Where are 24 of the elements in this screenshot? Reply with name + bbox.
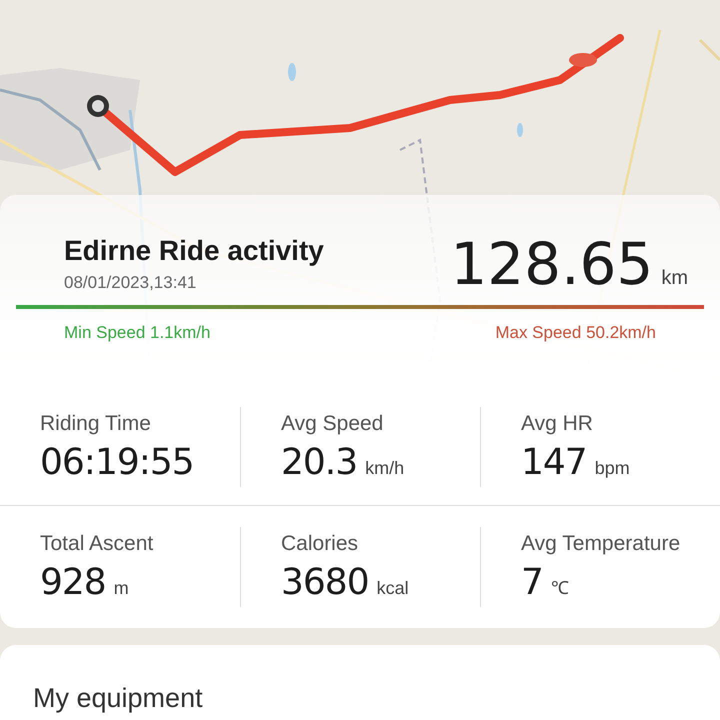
stat-unit: km/h	[365, 458, 404, 478]
equipment-title: My equipment	[33, 683, 203, 713]
stat-unit: bpm	[594, 458, 630, 478]
stat-label: Total Ascent	[40, 532, 154, 556]
stat-value: 3680	[281, 562, 369, 602]
stat-label: Avg Speed	[281, 412, 384, 436]
stat-value: 928	[40, 562, 106, 602]
stat-label: Calories	[281, 532, 360, 556]
activity-title: Edirne Ride activity	[64, 235, 324, 267]
max-speed: Max Speed 50.2km/h	[495, 323, 656, 343]
distance-value: 128.65	[450, 235, 654, 293]
min-speed: Min Speed 1.1km/h	[64, 323, 210, 343]
stat-value: 147	[521, 442, 587, 482]
activity-date: 08/01/2023,13:41	[64, 273, 198, 293]
stat-label: Avg HR	[521, 412, 594, 436]
stat-label: Avg Temperature	[521, 532, 682, 556]
stat-label: Riding Time	[40, 412, 152, 436]
stat-unit: ℃	[550, 576, 569, 598]
stat-unit: m	[114, 578, 129, 598]
stat-value: 06:19:55	[40, 442, 194, 482]
distance-unit: km	[661, 267, 688, 290]
stat-unit: kcal	[376, 578, 409, 598]
stat-value: 20.3	[281, 442, 358, 482]
stat-value: 7	[521, 562, 543, 602]
